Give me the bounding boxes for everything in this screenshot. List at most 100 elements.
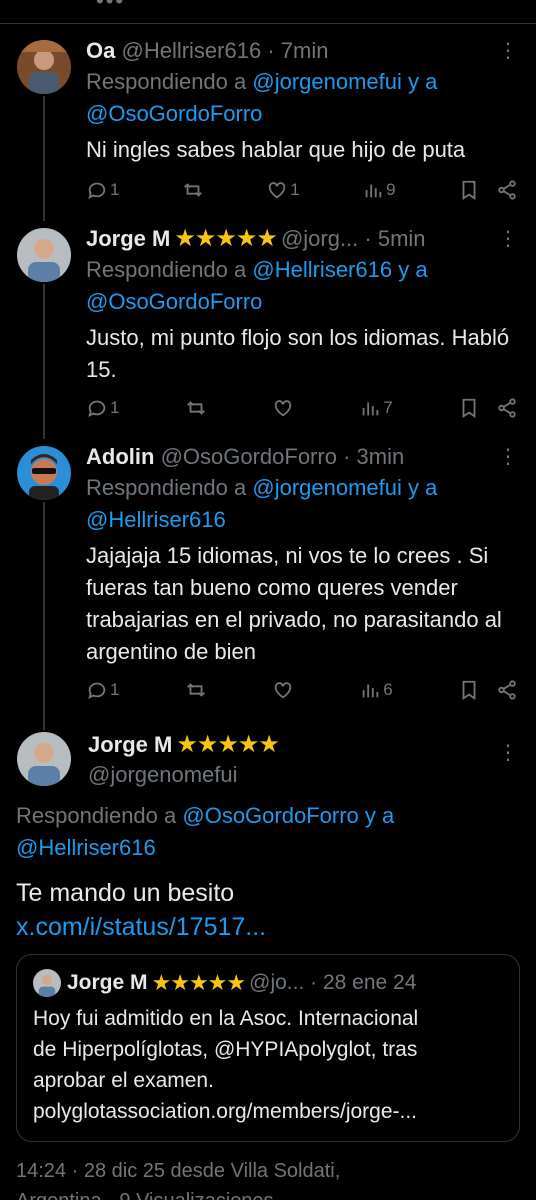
views-icon bbox=[362, 684, 379, 698]
reply-prefix: Respondiendo a bbox=[16, 803, 177, 828]
quote-line: de Hiperpolíglotas, @HYPIApolyglot, tras bbox=[33, 1038, 418, 1061]
bookmark-share bbox=[458, 397, 518, 419]
replying-to: Respondiendo a @jorgenomefui y a @OsoGord… bbox=[86, 66, 518, 130]
reply-users[interactable]: @OsoGordoForro bbox=[86, 289, 262, 314]
display-name[interactable]: Jorge M bbox=[86, 224, 170, 254]
quote-line: polyglotassociation.org/members/jorge-..… bbox=[33, 1100, 418, 1123]
tweet-text: Jajajaja 15 idiomas, ni vos te lo crees … bbox=[86, 543, 502, 664]
reply-users[interactable]: @Hellriser616 bbox=[86, 507, 226, 532]
thread-line bbox=[43, 284, 45, 439]
bookmark-icon[interactable] bbox=[458, 179, 480, 201]
thread-line bbox=[43, 96, 45, 221]
reply-users[interactable]: @Hellriser616 y a bbox=[252, 257, 427, 282]
bookmark-share bbox=[458, 179, 518, 201]
avatar bbox=[33, 969, 61, 997]
reply-icon bbox=[88, 182, 106, 200]
more-icon[interactable]: ⋮ bbox=[498, 226, 518, 251]
handle[interactable]: @jorgenomefui bbox=[88, 760, 283, 790]
retweet-button[interactable] bbox=[185, 679, 207, 701]
display-name[interactable]: Adolin bbox=[86, 442, 154, 472]
tweet-meta: 14:24 · 28 dic 25 desde Villa Soldati, A… bbox=[16, 1156, 340, 1200]
avatar[interactable] bbox=[17, 40, 71, 94]
timestamp[interactable]: · 3min bbox=[343, 442, 404, 472]
tweet-header: Oa @Hellriser616 · 7min bbox=[86, 36, 518, 66]
reply-button[interactable]: 1 bbox=[86, 179, 119, 201]
reply-users[interactable]: @jorgenomefui y a bbox=[252, 475, 437, 500]
status-link[interactable]: x.com/i/status/17517... bbox=[16, 910, 266, 944]
handle[interactable]: @Hellriser616 bbox=[121, 36, 261, 66]
tweet-header: Jorge M ★★★★★ @jorg... · 5min bbox=[86, 224, 518, 254]
handle[interactable]: @jorg... bbox=[281, 224, 358, 254]
replying-to: Respondiendo a @Hellriser616 y a @OsoGord… bbox=[86, 254, 518, 318]
tweet-text: Ni ingles sabes hablar que hijo de puta bbox=[86, 137, 466, 162]
replying-to: Respondiendo a @jorgenomefui y a @Hellris… bbox=[86, 472, 518, 536]
heart-icon bbox=[274, 400, 292, 417]
stars-badge: ★★★★★ bbox=[176, 731, 280, 758]
reply-users[interactable]: @OsoGordoForro bbox=[86, 101, 262, 126]
like-count: 1 bbox=[290, 180, 300, 199]
avatar[interactable] bbox=[17, 446, 71, 500]
views-icon bbox=[365, 184, 382, 198]
display-name: Jorge M bbox=[67, 971, 148, 994]
avatar[interactable] bbox=[17, 732, 71, 786]
more-icon[interactable]: ⋮ bbox=[498, 38, 518, 63]
views-button[interactable]: 6 bbox=[359, 679, 393, 701]
retweet-button[interactable] bbox=[182, 179, 204, 201]
share-icon[interactable] bbox=[496, 179, 518, 201]
like-button[interactable] bbox=[272, 679, 294, 701]
like-button[interactable] bbox=[272, 397, 294, 419]
bookmark-share bbox=[458, 679, 518, 701]
reply-icon bbox=[88, 682, 106, 700]
more-dots: ••• bbox=[96, 0, 126, 13]
reply-users[interactable]: @jorgenomefui y a bbox=[252, 69, 437, 94]
view-count: 6 bbox=[383, 680, 393, 699]
bookmark-icon[interactable] bbox=[458, 679, 480, 701]
quote-header: Jorge M ★★★★★ @jo... · 28 ene 24 bbox=[33, 969, 503, 997]
handle: @jo... bbox=[249, 971, 305, 994]
tweet-text: Justo, mi punto flojo son los idiomas. H… bbox=[86, 325, 510, 382]
view-count: 7 bbox=[383, 398, 393, 417]
reply-count: 1 bbox=[110, 398, 120, 417]
reply-count: 1 bbox=[110, 680, 120, 699]
tweet-header: Jorge M ★★★★★ bbox=[88, 730, 283, 760]
view-count: 9 bbox=[386, 180, 396, 199]
views-button[interactable]: 7 bbox=[359, 397, 393, 419]
reply-users[interactable]: @Hellriser616 bbox=[16, 835, 156, 860]
share-icon[interactable] bbox=[496, 679, 518, 701]
heart-icon bbox=[269, 182, 286, 199]
retweet-button[interactable] bbox=[185, 397, 207, 419]
meta-line: 14:24 · 28 dic 25 desde Villa Soldati, bbox=[16, 1160, 341, 1182]
reply-icon bbox=[88, 400, 106, 418]
views-button[interactable]: 9 bbox=[362, 179, 396, 201]
display-name[interactable]: Oa bbox=[86, 36, 115, 66]
reply-prefix: Respondiendo a bbox=[86, 257, 247, 282]
top-bar: ••• bbox=[0, 0, 536, 24]
timestamp: · 28 ene 24 bbox=[310, 971, 417, 994]
handle[interactable]: @OsoGordoForro bbox=[161, 442, 337, 472]
more-icon[interactable]: ⋮ bbox=[498, 740, 518, 765]
reply-button[interactable]: 1 bbox=[86, 397, 119, 419]
stars-badge: ★★★★★ bbox=[151, 970, 247, 995]
bookmark-icon[interactable] bbox=[458, 397, 480, 419]
reply-prefix: Respondiendo a bbox=[86, 69, 247, 94]
quote-text: Hoy fui admitido en la Asoc. Internacion… bbox=[33, 1003, 503, 1127]
timestamp[interactable]: · 7min bbox=[267, 36, 328, 66]
reply-prefix: Respondiendo a bbox=[86, 475, 247, 500]
replying-to: Respondiendo a @OsoGordoForro y a @Hellri… bbox=[16, 800, 394, 864]
more-icon[interactable]: ⋮ bbox=[498, 444, 518, 469]
heart-icon bbox=[274, 682, 292, 699]
like-button[interactable]: 1 bbox=[266, 179, 300, 201]
tweet-text: Te mando un besito bbox=[16, 879, 235, 907]
reply-users[interactable]: @OsoGordoForro y a bbox=[182, 803, 394, 828]
avatar[interactable] bbox=[17, 228, 71, 282]
reply-button[interactable]: 1 bbox=[86, 679, 119, 701]
timestamp[interactable]: · 5min bbox=[364, 224, 425, 254]
display-name[interactable]: Jorge M bbox=[88, 730, 172, 760]
stars-badge: ★★★★★ bbox=[174, 225, 278, 252]
retweet-icon bbox=[186, 401, 205, 415]
share-icon[interactable] bbox=[496, 397, 518, 419]
views-icon bbox=[362, 402, 379, 416]
quoted-tweet[interactable]: Jorge M ★★★★★ @jo... · 28 ene 24 Hoy fui a… bbox=[16, 954, 520, 1142]
quote-line: Hoy fui admitido en la Asoc. Internacion… bbox=[33, 1007, 419, 1030]
thread-line bbox=[43, 502, 45, 730]
